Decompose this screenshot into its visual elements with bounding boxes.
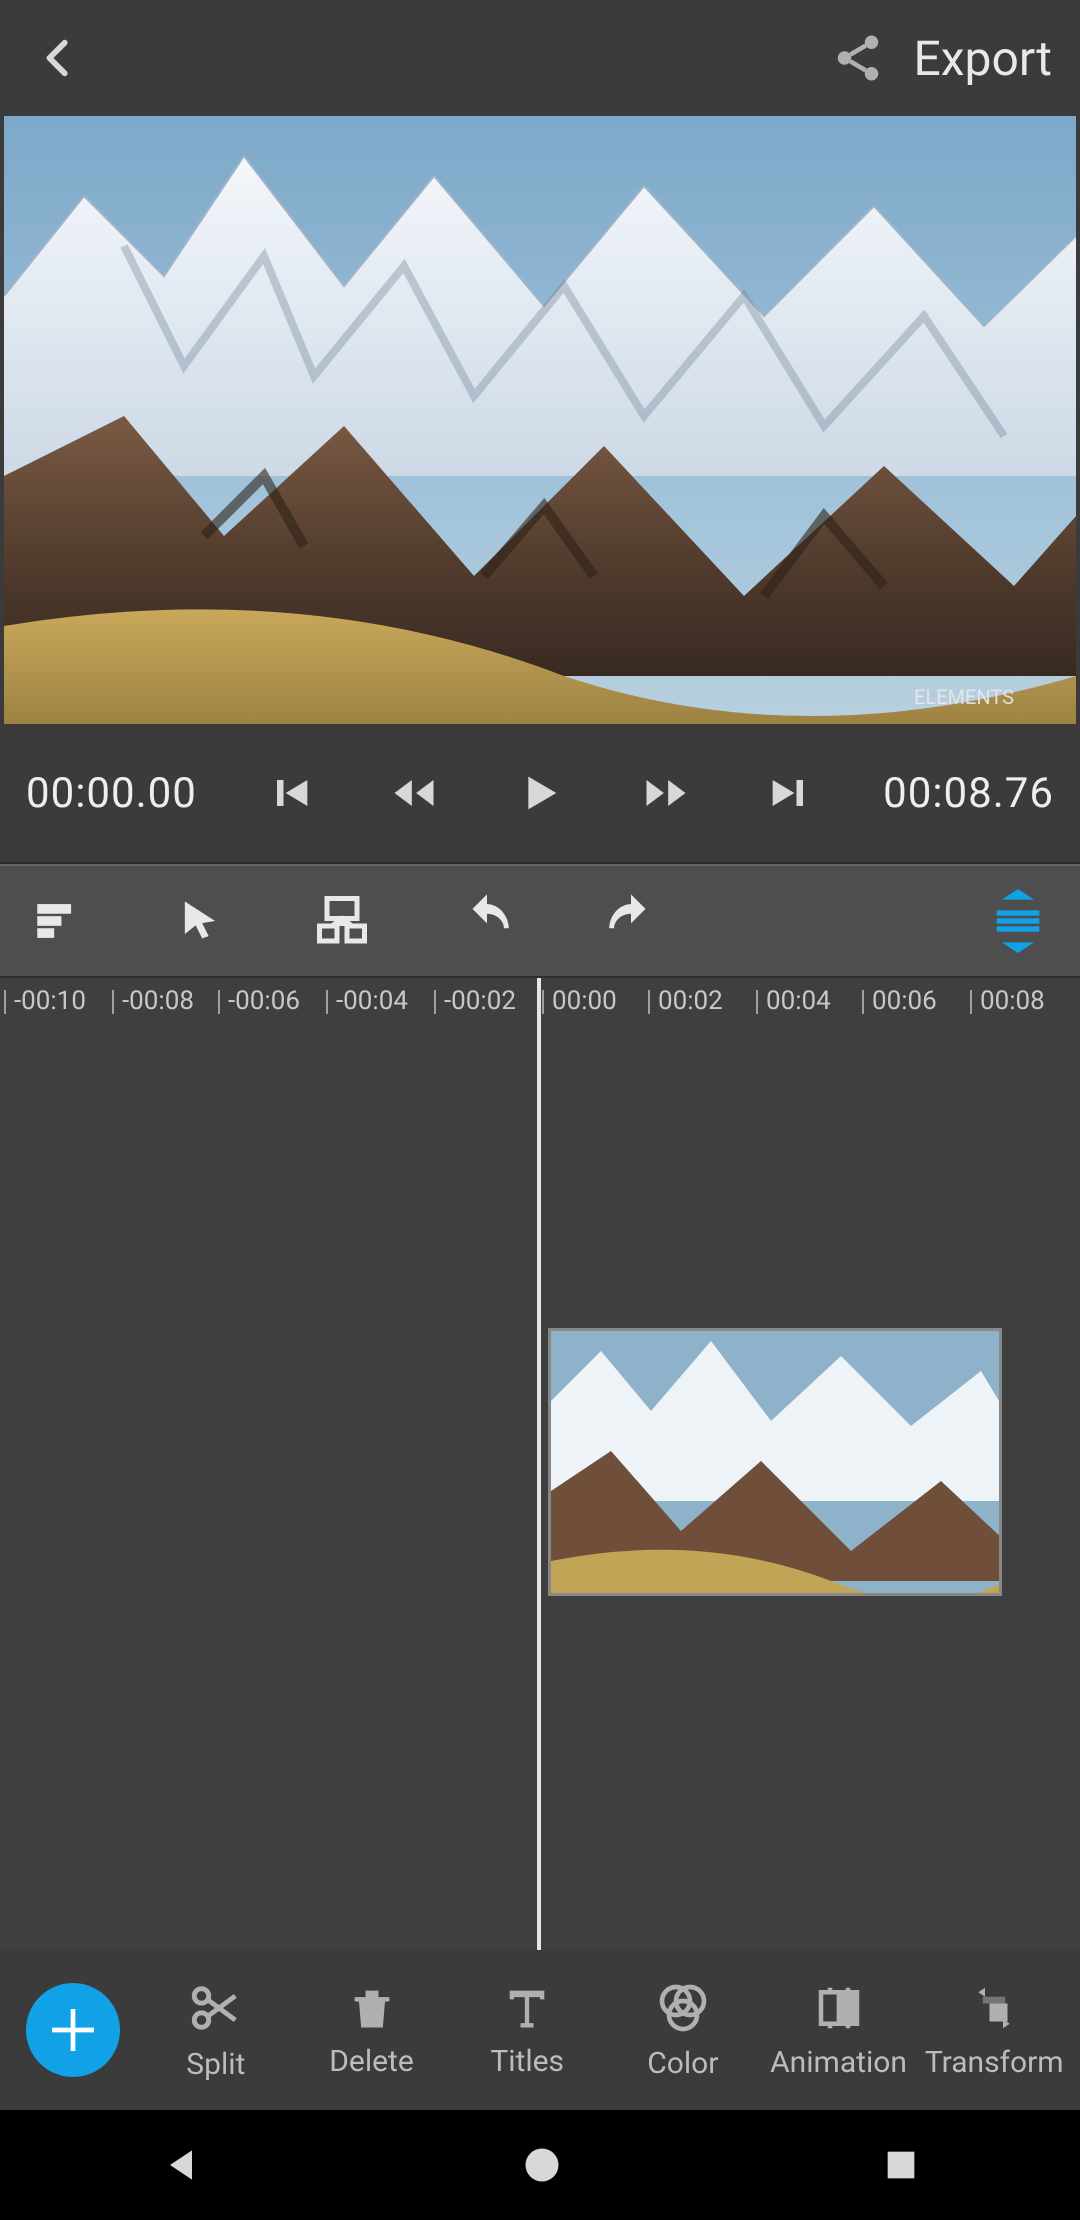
circle-home-icon xyxy=(520,2143,564,2187)
text-icon xyxy=(501,1982,553,2034)
trash-icon xyxy=(346,1982,398,2034)
redo-icon xyxy=(602,892,660,950)
share-icon xyxy=(831,31,885,85)
pointer-tool-button[interactable] xyxy=(174,895,226,947)
timeline-clip[interactable] xyxy=(548,1328,1002,1596)
edit-toolbar xyxy=(0,864,1080,978)
export-button[interactable]: Export xyxy=(913,30,1052,87)
pointer-icon xyxy=(174,895,226,947)
animation-label: Animation xyxy=(770,2045,907,2080)
back-icon xyxy=(36,35,82,81)
color-rings-icon xyxy=(655,1980,711,2036)
ruler-tick: -00:08 xyxy=(122,986,194,1016)
track-list-button[interactable] xyxy=(30,892,88,950)
android-home-button[interactable] xyxy=(520,2143,564,2187)
storyboard-button[interactable] xyxy=(312,891,372,951)
split-tool[interactable]: Split xyxy=(138,1979,294,2082)
titles-tool[interactable]: Titles xyxy=(449,1982,605,2079)
ruler-tick: 00:08 xyxy=(980,986,1045,1016)
playhead[interactable] xyxy=(537,978,541,1950)
back-button[interactable] xyxy=(36,35,82,81)
total-duration: 00:08.76 xyxy=(883,769,1054,818)
animation-tool[interactable]: Animation xyxy=(761,1981,917,2080)
ruler-tick: -00:04 xyxy=(336,986,408,1016)
playback-bar: 00:00.00 00:08.76 xyxy=(0,724,1080,864)
expand-vertical-icon xyxy=(986,889,1050,953)
preview-image: ELEMENTS xyxy=(4,116,1076,724)
ruler-tick: 00:02 xyxy=(658,986,723,1016)
ruler-tick: -00:10 xyxy=(14,986,86,1016)
color-tool[interactable]: Color xyxy=(605,1980,761,2081)
undo-button[interactable] xyxy=(458,892,516,950)
fast-rewind-icon xyxy=(388,767,440,819)
skip-previous-icon xyxy=(264,767,316,819)
color-label: Color xyxy=(647,2046,718,2081)
preview-wrap: ELEMENTS xyxy=(0,116,1080,724)
transform-icon xyxy=(967,1981,1021,2035)
ruler-tick: -00:06 xyxy=(228,986,300,1016)
current-timecode: 00:00.00 xyxy=(26,769,197,818)
skip-next-icon xyxy=(764,767,816,819)
transform-tool[interactable]: Transform xyxy=(916,1981,1072,2080)
preview-watermark: ELEMENTS xyxy=(914,685,1014,709)
android-navbar xyxy=(0,2110,1080,2220)
ruler-tick: -00:02 xyxy=(444,986,516,1016)
titles-label: Titles xyxy=(490,2044,564,2079)
timeline[interactable]: -00:10 -00:08 -00:06 -00:04 -00:02 00:00… xyxy=(0,978,1080,1950)
skip-previous-button[interactable] xyxy=(264,765,316,821)
split-label: Split xyxy=(186,2047,245,2082)
scissors-icon xyxy=(187,1979,245,2037)
plus-icon xyxy=(45,2002,101,2058)
add-media-button[interactable] xyxy=(26,1983,120,2077)
track-list-icon xyxy=(30,892,88,950)
android-back-button[interactable] xyxy=(159,2143,203,2187)
video-preview[interactable]: ELEMENTS xyxy=(4,116,1076,724)
transform-label: Transform xyxy=(925,2045,1064,2080)
header-bar: Export xyxy=(0,0,1080,116)
fast-forward-icon xyxy=(640,767,692,819)
triangle-back-icon xyxy=(159,2143,203,2187)
skip-next-button[interactable] xyxy=(764,765,816,821)
animation-icon xyxy=(812,1981,866,2035)
fast-forward-button[interactable] xyxy=(640,765,692,821)
ruler-tick: 00:06 xyxy=(872,986,937,1016)
ruler-tick: 00:00 xyxy=(552,986,617,1016)
expand-tracks-button[interactable] xyxy=(986,889,1050,953)
delete-tool[interactable]: Delete xyxy=(294,1982,450,2079)
android-recents-button[interactable] xyxy=(881,2145,921,2185)
ruler-tick: 00:04 xyxy=(766,986,831,1016)
play-icon xyxy=(512,765,568,821)
fast-rewind-button[interactable] xyxy=(388,765,440,821)
share-button[interactable] xyxy=(831,31,885,85)
redo-button[interactable] xyxy=(602,892,660,950)
delete-label: Delete xyxy=(329,2044,414,2079)
storyboard-icon xyxy=(312,891,372,951)
play-button[interactable] xyxy=(512,765,568,821)
bottom-toolbar: Split Delete Titles Color Animation T xyxy=(0,1950,1080,2110)
clip-thumbnail xyxy=(551,1331,1002,1596)
undo-icon xyxy=(458,892,516,950)
square-recents-icon xyxy=(881,2145,921,2185)
